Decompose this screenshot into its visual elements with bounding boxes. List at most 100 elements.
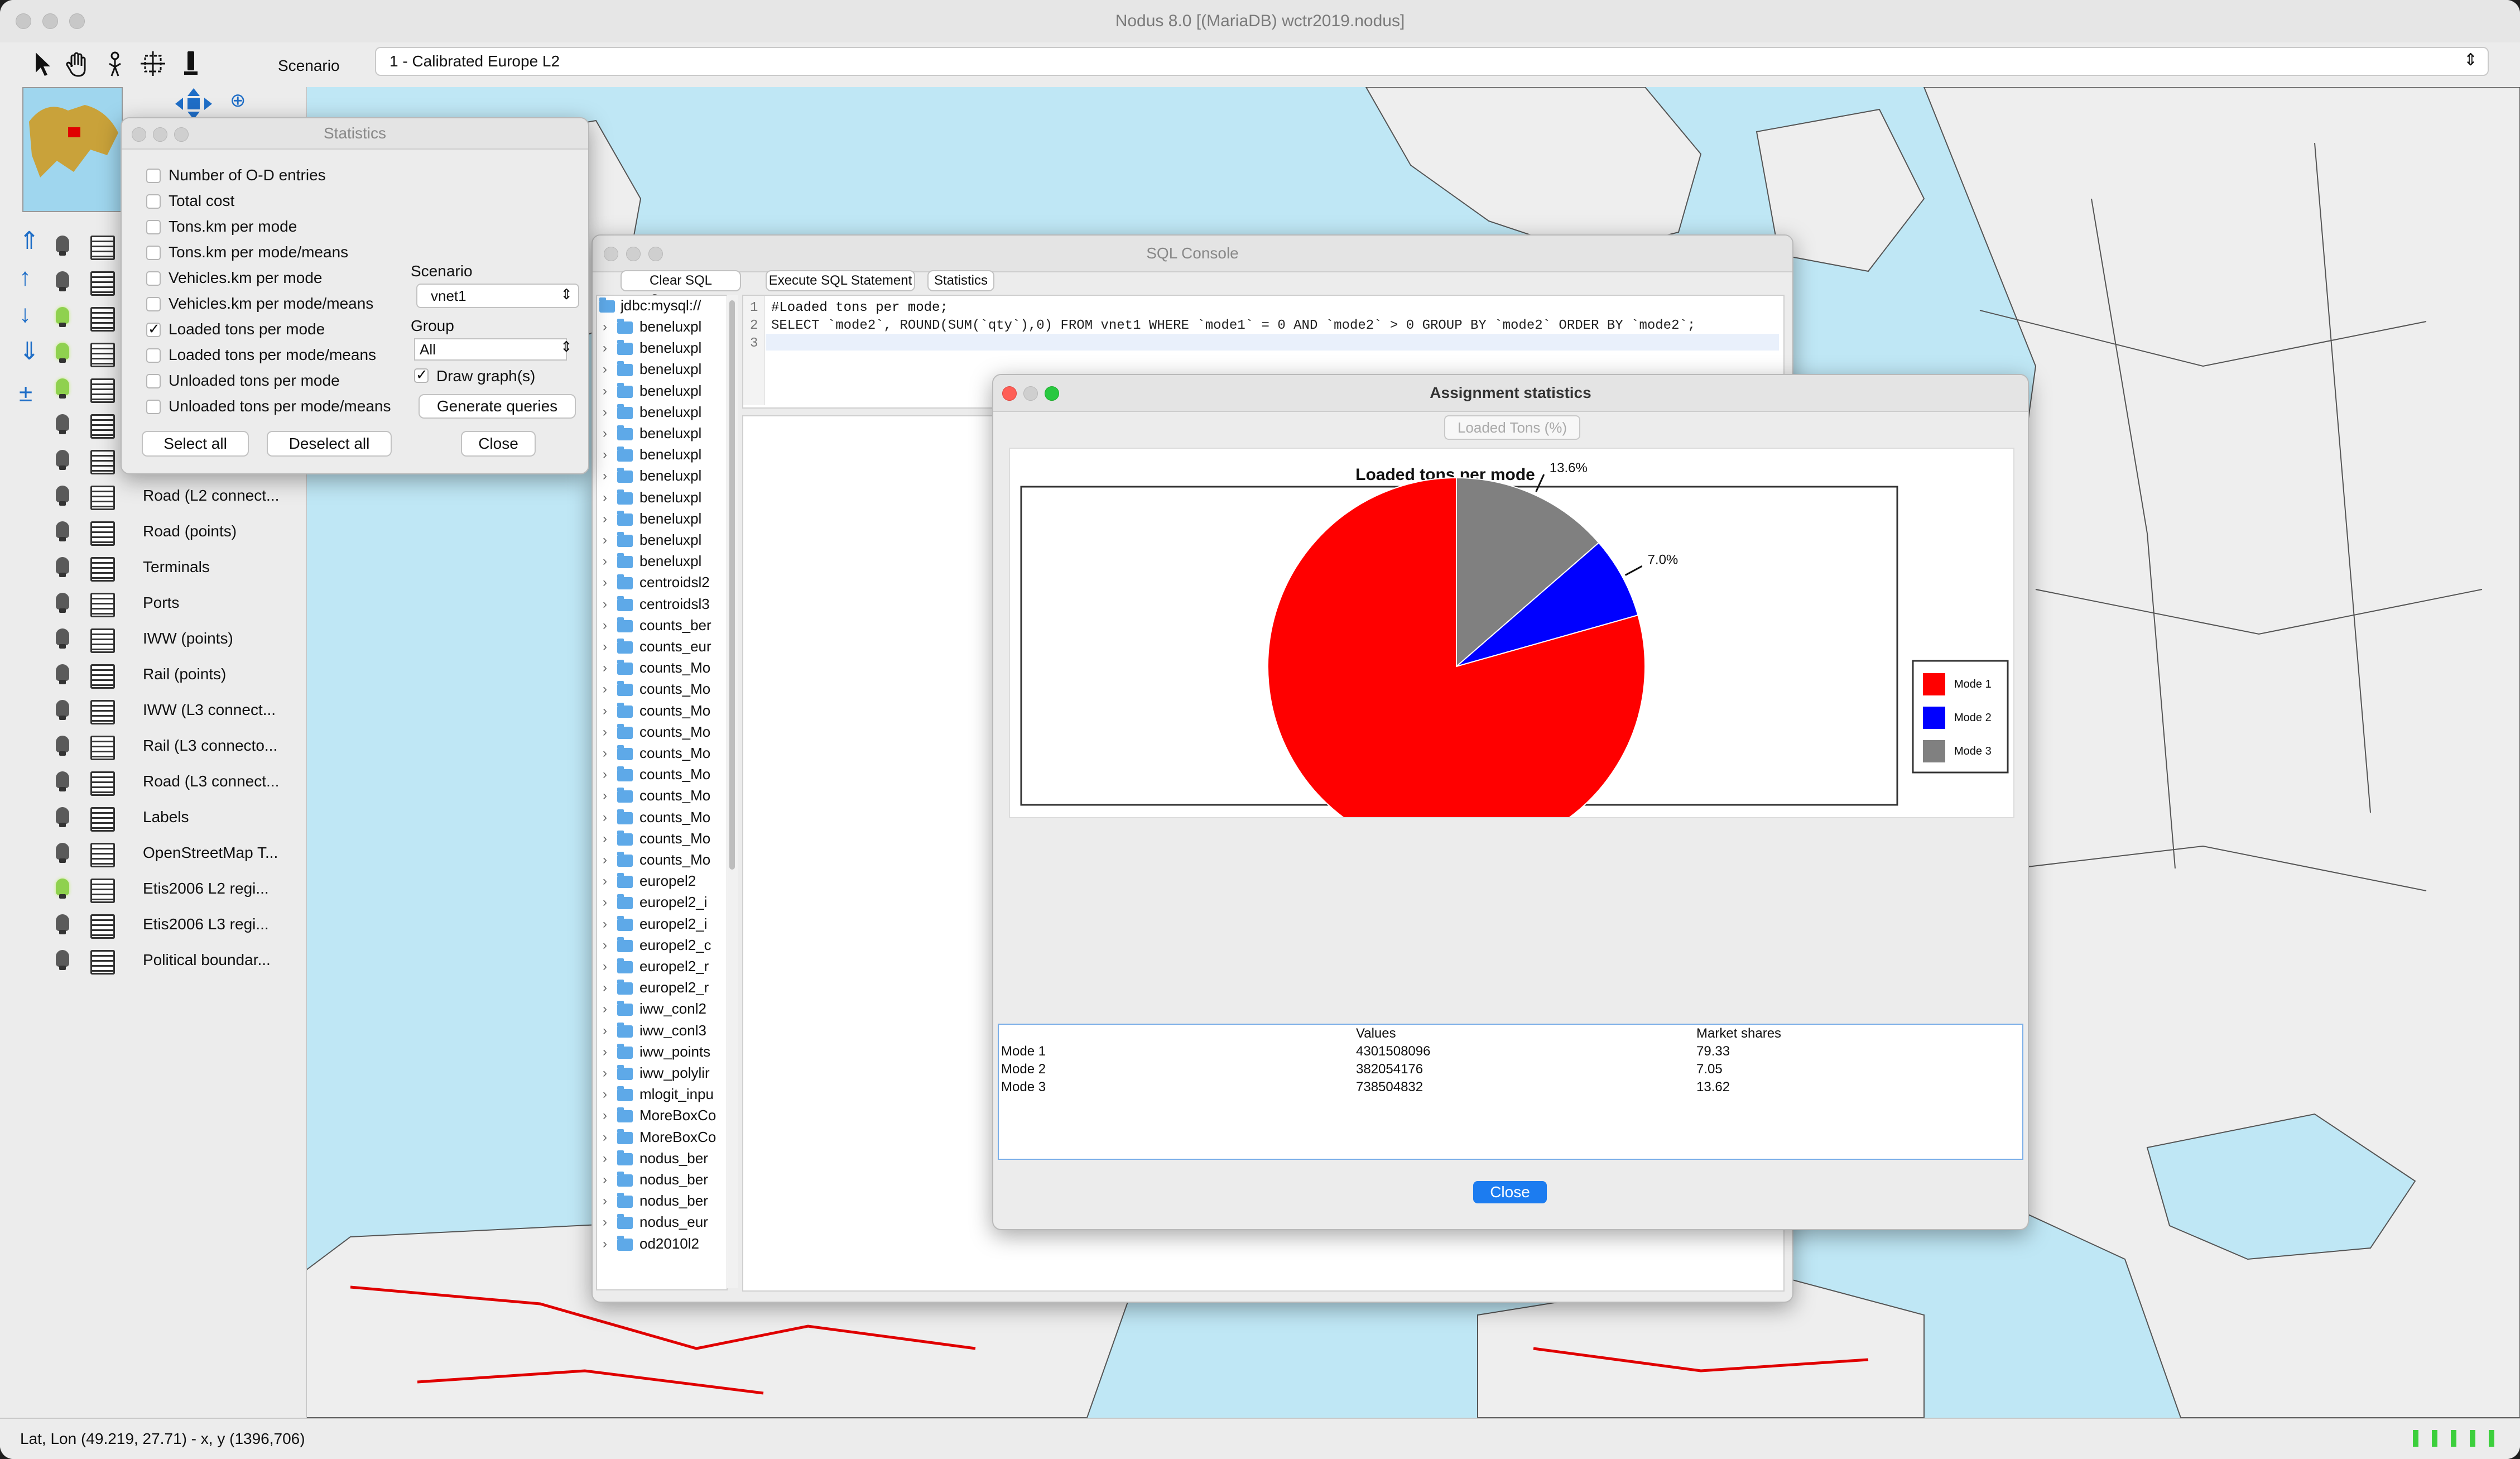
layer-visibility-icon[interactable] — [56, 950, 69, 970]
tree-item[interactable]: › counts_Mo — [597, 658, 720, 679]
crosshair-icon[interactable] — [141, 50, 165, 79]
tree-item[interactable]: › beneluxpl — [597, 551, 720, 573]
layer-row[interactable]: Road (L2 connect... — [56, 479, 301, 515]
chevron-right-icon[interactable]: › — [603, 767, 607, 783]
tree-item[interactable]: › nodus_ber — [597, 1170, 720, 1191]
layer-properties-icon[interactable] — [90, 378, 115, 403]
layer-visibility-icon[interactable] — [56, 236, 69, 256]
chevron-right-icon[interactable]: › — [603, 1151, 607, 1167]
layer-properties-icon[interactable] — [90, 843, 115, 867]
layer-properties-icon[interactable] — [90, 628, 115, 653]
tree-item[interactable]: › europel2_c — [597, 935, 720, 957]
tree-scrollbar[interactable] — [727, 295, 738, 1288]
layer-properties-icon[interactable] — [90, 486, 115, 510]
tree-item[interactable]: › beneluxpl — [597, 509, 720, 530]
chevron-right-icon[interactable]: › — [603, 618, 607, 633]
layer-row[interactable]: Rail (points) — [56, 657, 301, 693]
chevron-right-icon[interactable]: › — [603, 554, 607, 569]
select-all-button[interactable]: Select all — [142, 431, 249, 457]
chevron-right-icon[interactable]: › — [603, 746, 607, 761]
chevron-right-icon[interactable]: › — [603, 1172, 607, 1188]
chevron-right-icon[interactable]: › — [603, 319, 607, 335]
layer-row[interactable]: Ports — [56, 586, 301, 622]
layer-visibility-icon[interactable] — [56, 414, 69, 434]
tree-item[interactable]: › europel2_i — [597, 892, 720, 914]
layer-properties-icon[interactable] — [90, 414, 115, 439]
deselect-all-button[interactable]: Deselect all — [267, 431, 392, 457]
tree-item[interactable]: › beneluxpl — [597, 317, 720, 338]
chevron-right-icon[interactable]: › — [603, 597, 607, 612]
move-down-icon[interactable]: ↓ — [19, 300, 31, 328]
tree-item[interactable]: › centroidsl3 — [597, 594, 720, 616]
layer-properties-icon[interactable] — [90, 950, 115, 975]
layer-properties-icon[interactable] — [90, 521, 115, 546]
tree-item[interactable]: › counts_Mo — [597, 808, 720, 829]
chevron-right-icon[interactable]: › — [603, 874, 607, 889]
chevron-right-icon[interactable]: › — [603, 703, 607, 719]
chevron-right-icon[interactable]: › — [603, 639, 607, 655]
chevron-right-icon[interactable]: › — [603, 447, 607, 463]
layer-visibility-icon[interactable] — [56, 486, 69, 506]
chevron-right-icon[interactable]: › — [603, 916, 607, 932]
tree-item[interactable]: › counts_Mo — [597, 850, 720, 871]
zoom-in-icon[interactable]: ⊕ — [230, 89, 246, 112]
layer-properties-icon[interactable] — [90, 736, 115, 760]
tree-item[interactable]: › nodus_ber — [597, 1191, 720, 1212]
chevron-right-icon[interactable]: › — [603, 426, 607, 441]
chevron-right-icon[interactable]: › — [603, 490, 607, 506]
group-stepper-icon[interactable]: ⇕ — [560, 338, 573, 356]
chevron-right-icon[interactable]: › — [603, 1108, 607, 1124]
tree-item[interactable]: › counts_Mo — [597, 679, 720, 700]
chevron-right-icon[interactable]: › — [603, 362, 607, 377]
stat-option-checkbox[interactable] — [146, 400, 161, 414]
layer-properties-icon[interactable] — [90, 557, 115, 582]
layer-visibility-icon[interactable] — [56, 307, 69, 327]
tree-item[interactable]: › mlogit_inpu — [597, 1084, 720, 1106]
layer-row[interactable]: OpenStreetMap T... — [56, 836, 301, 872]
stat-option-checkbox[interactable] — [146, 271, 161, 286]
tree-item[interactable]: › centroidsl2 — [597, 573, 720, 594]
stat-option-checkbox[interactable] — [146, 220, 161, 234]
layer-visibility-icon[interactable] — [56, 771, 69, 791]
tree-item[interactable]: › nodus_eur — [597, 1212, 720, 1234]
execute-sql-button[interactable]: Execute SQL Statement — [766, 270, 915, 291]
chevron-right-icon[interactable]: › — [603, 660, 607, 676]
layer-properties-icon[interactable] — [90, 664, 115, 689]
chevron-right-icon[interactable]: › — [603, 532, 607, 548]
tree-item[interactable]: › beneluxpl — [597, 488, 720, 509]
stat-option-checkbox[interactable] — [146, 194, 161, 209]
tree-root[interactable]: jdbc:mysql:// — [597, 296, 720, 317]
stat-option-checkbox[interactable] — [146, 246, 161, 260]
chevron-right-icon[interactable]: › — [603, 405, 607, 420]
layer-visibility-icon[interactable] — [56, 557, 69, 577]
sql-console-minimize-button[interactable] — [626, 247, 641, 261]
chevron-right-icon[interactable]: › — [603, 788, 607, 804]
tree-item[interactable]: › counts_Mo — [597, 829, 720, 850]
tree-item[interactable]: › iww_conl3 — [597, 1021, 720, 1042]
statistics-close-button[interactable] — [132, 127, 146, 142]
loaded-tons-tab[interactable]: Loaded Tons (%) — [1444, 415, 1580, 440]
layer-properties-icon[interactable] — [90, 593, 115, 617]
tree-item[interactable]: › beneluxpl — [597, 424, 720, 445]
layer-visibility-icon[interactable] — [56, 807, 69, 827]
assignment-zoom-button[interactable] — [1045, 386, 1059, 401]
layer-row[interactable]: Road (L3 connect... — [56, 765, 301, 800]
layer-visibility-icon[interactable] — [56, 914, 69, 934]
layer-properties-icon[interactable] — [90, 271, 115, 296]
chevron-right-icon[interactable]: › — [603, 959, 607, 975]
sql-console-zoom-button[interactable] — [648, 247, 663, 261]
statistics-button[interactable]: Statistics — [927, 270, 994, 291]
layer-visibility-icon[interactable] — [56, 879, 69, 899]
tree-item[interactable]: › iww_points — [597, 1042, 720, 1063]
statistics-zoom-button[interactable] — [174, 127, 189, 142]
pointer-icon[interactable] — [31, 50, 54, 79]
tree-item[interactable]: › europel2_i — [597, 914, 720, 935]
chevron-right-icon[interactable]: › — [603, 575, 607, 591]
tree-item[interactable]: › beneluxpl — [597, 530, 720, 551]
chevron-right-icon[interactable]: › — [603, 1044, 607, 1060]
statistics-minimize-button[interactable] — [153, 127, 167, 142]
tree-item[interactable]: › iww_polylir — [597, 1063, 720, 1084]
chevron-right-icon[interactable]: › — [603, 1001, 607, 1017]
tree-item[interactable]: › europel2 — [597, 871, 720, 892]
chevron-right-icon[interactable]: › — [603, 1066, 607, 1081]
